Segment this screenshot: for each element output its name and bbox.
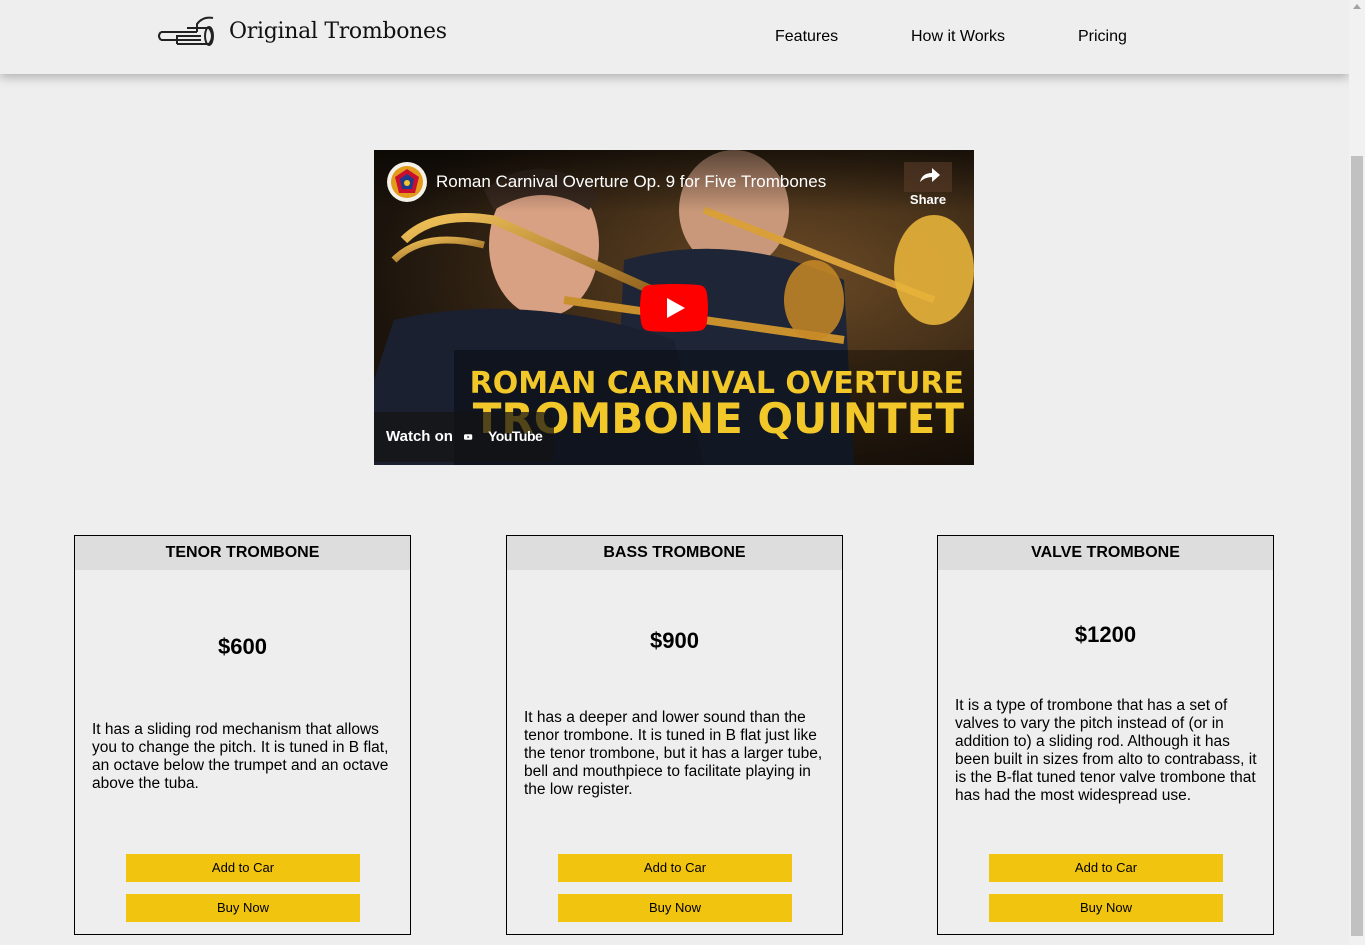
product-card-bass: BASS TROMBONE $900 It has a deeper and l… xyxy=(506,535,843,935)
brand-name[interactable]: Original Trombones xyxy=(229,19,447,44)
product-card-tenor: TENOR TROMBONE $600 It has a sliding rod… xyxy=(74,535,411,935)
add-to-cart-button[interactable]: Add to Car xyxy=(126,854,360,882)
add-to-cart-button[interactable]: Add to Car xyxy=(989,854,1223,882)
product-price: $1200 xyxy=(1074,622,1137,647)
product-name: BASS TROMBONE xyxy=(507,536,842,570)
share-button[interactable]: Share xyxy=(904,162,952,212)
channel-avatar-icon[interactable] xyxy=(387,162,427,202)
nav-pricing[interactable]: Pricing xyxy=(1078,28,1127,46)
site-header: Original Trombones Features How it Works… xyxy=(0,0,1349,74)
video-embed[interactable]: Roman Carnival Overture Op. 9 for Five T… xyxy=(374,150,974,465)
product-price: $600 xyxy=(218,634,267,659)
trombone-logo-icon[interactable] xyxy=(157,14,215,52)
nav-how-it-works[interactable]: How it Works xyxy=(911,28,1005,46)
share-icon xyxy=(904,162,952,192)
product-card-valve: VALVE TROMBONE $1200 It is a type of tro… xyxy=(937,535,1274,935)
scroll-thumb[interactable] xyxy=(1351,156,1363,936)
product-description: It has a deeper and lower sound than the… xyxy=(524,709,823,798)
youtube-logo-icon xyxy=(464,434,473,440)
buy-now-button[interactable]: Buy Now xyxy=(126,894,360,922)
buy-now-button[interactable]: Buy Now xyxy=(558,894,792,922)
buy-now-button[interactable]: Buy Now xyxy=(989,894,1223,922)
product-description: It is a type of trombone that has a set … xyxy=(955,697,1257,804)
product-name: TENOR TROMBONE xyxy=(75,536,410,570)
share-label: Share xyxy=(909,192,947,207)
watch-on-youtube-button[interactable]: Watch on YouTube xyxy=(374,412,554,462)
scroll-up-arrow-icon[interactable] xyxy=(1353,4,1361,9)
watch-on-label: Watch on xyxy=(386,428,453,445)
play-icon[interactable] xyxy=(640,284,708,332)
nav-features[interactable]: Features xyxy=(775,28,838,46)
vertical-scrollbar[interactable] xyxy=(1349,0,1365,945)
product-description: It has a sliding rod mechanism that allo… xyxy=(92,721,389,792)
add-to-cart-button[interactable]: Add to Car xyxy=(558,854,792,882)
product-name: VALVE TROMBONE xyxy=(938,536,1273,570)
youtube-wordmark: YouTube xyxy=(488,428,543,444)
product-price: $900 xyxy=(650,628,699,653)
video-title[interactable]: Roman Carnival Overture Op. 9 for Five T… xyxy=(436,172,826,192)
